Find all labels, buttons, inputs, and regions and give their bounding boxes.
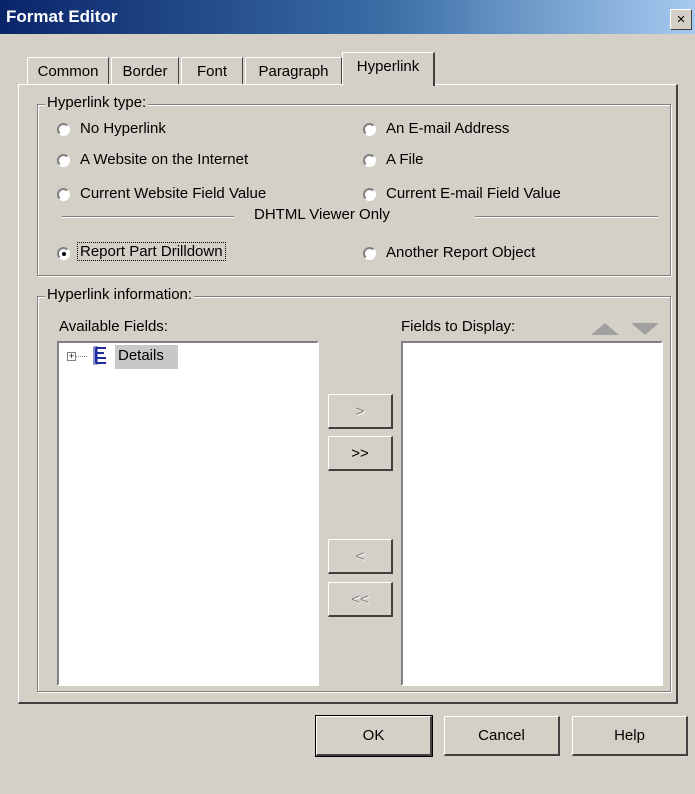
help-button[interactable]: Help: [572, 716, 688, 756]
radio-website-internet[interactable]: [57, 154, 70, 167]
move-one-left-button[interactable]: <: [328, 539, 393, 574]
move-all-left-button[interactable]: <<: [328, 582, 393, 617]
ok-button[interactable]: OK: [315, 715, 433, 757]
dhtml-separator-left: [62, 216, 234, 218]
available-fields-tree[interactable]: [57, 341, 319, 686]
close-button[interactable]: ×: [670, 9, 692, 30]
radio-another-report-object[interactable]: [363, 247, 376, 260]
tab-common[interactable]: Common: [27, 57, 109, 84]
window-title: Format Editor: [6, 7, 118, 26]
move-down-icon[interactable]: [631, 323, 659, 335]
radio-current-email-field[interactable]: [363, 188, 376, 201]
radio-label-no-hyperlink[interactable]: No Hyperlink: [80, 120, 166, 137]
move-up-icon[interactable]: [591, 323, 619, 335]
radio-no-hyperlink[interactable]: [57, 123, 70, 136]
dhtml-separator-right: [475, 216, 658, 218]
available-fields-label: Available Fields:: [59, 318, 168, 335]
radio-label-email-address[interactable]: An E-mail Address: [386, 120, 509, 137]
tab-border[interactable]: Border: [111, 57, 179, 84]
move-one-right-button[interactable]: >: [328, 394, 393, 429]
details-section-icon: [91, 345, 111, 367]
tree-item-details[interactable]: Details: [118, 347, 164, 364]
tab-paragraph[interactable]: Paragraph: [245, 57, 342, 84]
radio-label-a-file[interactable]: A File: [386, 151, 424, 168]
radio-a-file[interactable]: [363, 154, 376, 167]
tree-connector: [76, 356, 87, 357]
radio-report-part-drilldown[interactable]: [57, 247, 70, 260]
tab-font[interactable]: Font: [181, 57, 243, 84]
hyperlink-info-label: Hyperlink information:: [45, 286, 195, 303]
radio-label-report-part-drilldown[interactable]: Report Part Drilldown: [77, 242, 226, 261]
radio-label-another-report-object[interactable]: Another Report Object: [386, 244, 535, 261]
radio-current-website-field[interactable]: [57, 188, 70, 201]
dhtml-separator-label: DHTML Viewer Only: [254, 206, 390, 223]
fields-to-display-label: Fields to Display:: [401, 318, 516, 335]
move-all-right-button[interactable]: >>: [328, 436, 393, 471]
radio-email-address[interactable]: [363, 123, 376, 136]
radio-label-website-internet[interactable]: A Website on the Internet: [80, 151, 248, 168]
radio-label-current-website-field[interactable]: Current Website Field Value: [80, 185, 266, 202]
radio-label-current-email-field[interactable]: Current E-mail Field Value: [386, 185, 561, 202]
radio-selected-dot: [62, 252, 66, 256]
tab-hyperlink[interactable]: Hyperlink: [342, 52, 435, 86]
cancel-button[interactable]: Cancel: [444, 716, 560, 756]
fields-to-display-list[interactable]: [401, 341, 663, 686]
tree-expand-icon[interactable]: +: [67, 352, 76, 361]
hyperlink-type-label: Hyperlink type:: [45, 94, 149, 111]
